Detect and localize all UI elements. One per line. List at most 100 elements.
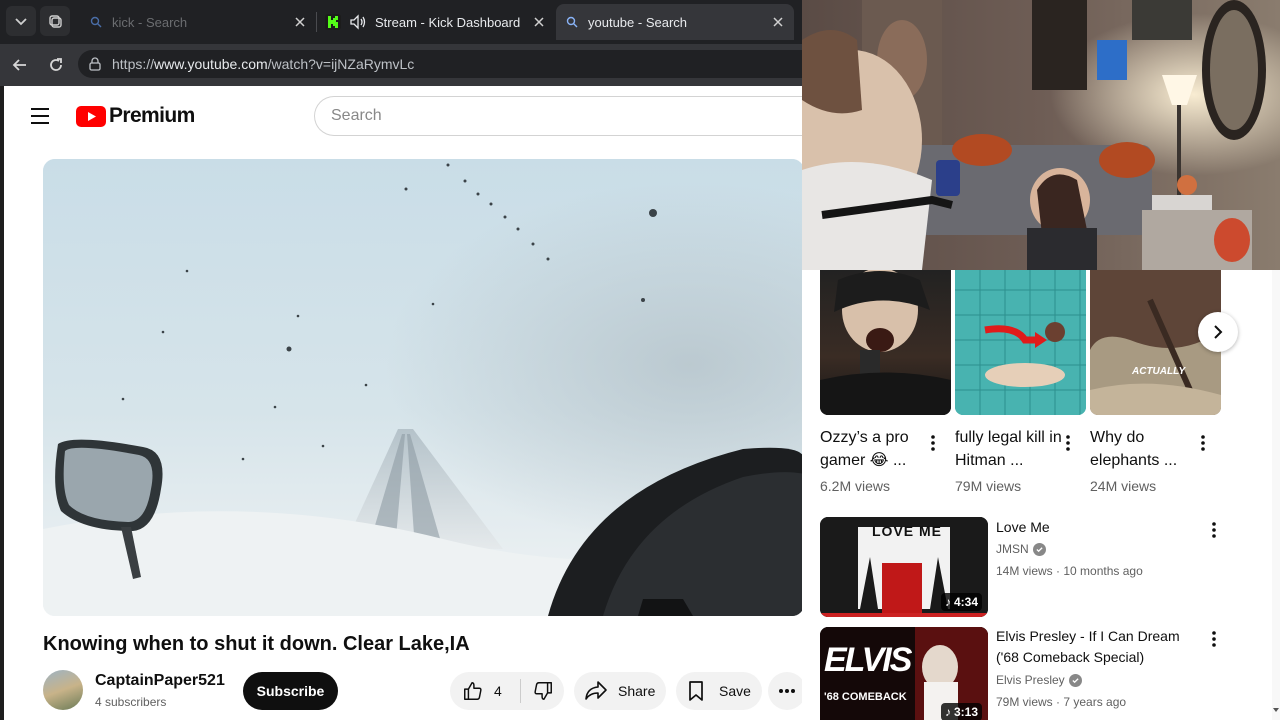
more-vertical-icon [1212,631,1216,647]
bookmark-icon [689,681,703,701]
tab-kick-search[interactable]: kick - Search [80,4,316,40]
youtube-premium-logo[interactable]: Premium [76,104,195,128]
duration-text: 3:13 [953,705,978,719]
thumb-subtitle-text: '68 COMEBACK [824,691,907,703]
search-placeholder: Search [331,107,382,124]
url-path: /watch?v=ijNZaRymvLc [267,56,415,72]
kick-logo-icon [325,14,341,30]
tab-youtube-search[interactable]: youtube - Search [556,4,794,40]
browser-tab-bar: kick - Search Stream - Kick Dashboard yo… [0,0,802,44]
arrow-left-icon [12,59,26,71]
share-label: Share [618,683,656,699]
hamburger-menu-button[interactable] [26,104,54,128]
video-menu-button[interactable] [1206,519,1222,541]
like-dislike-group: 4 [450,672,564,710]
search-icon [564,14,580,30]
search-icon [88,14,104,30]
search-input[interactable]: Search [314,96,802,136]
chevron-down-icon [15,18,27,26]
short-title[interactable]: Ozzy’s a pro gamer 😂 ... [820,426,928,472]
short-views: 6.2M views [820,478,891,494]
short-menu-button[interactable] [1060,432,1076,454]
music-note-icon: ♪ [944,595,951,609]
thumbs-up-icon [464,682,482,700]
tab-kick-dashboard[interactable]: Stream - Kick Dashboard [317,4,555,40]
subscribe-button[interactable]: Subscribe [243,672,338,710]
channel-name: JMSN [996,542,1029,556]
more-vertical-icon [1212,522,1216,538]
tab-title: youtube - Search [588,14,688,30]
share-button[interactable]: Share [574,672,666,710]
video-thumbnail[interactable]: LOVE ME ♪ 4:34 [820,517,988,617]
save-button[interactable]: Save [676,672,762,710]
chevron-right-icon [1214,325,1223,339]
short-menu-button[interactable] [1195,432,1211,454]
like-button[interactable]: 4 [450,672,520,710]
short-thumbnail[interactable] [955,270,1086,415]
like-count: 4 [494,683,502,699]
channel-name: Elvis Presley [996,673,1065,687]
scroll-down-arrow-icon[interactable] [1272,706,1280,714]
short-views: 24M views [1090,478,1157,494]
reload-icon [50,58,62,71]
video-channel[interactable]: JMSN [996,542,1046,556]
webcam-feed-living-room [802,0,1280,270]
workspaces-icon [49,15,62,28]
video-channel[interactable]: Elvis Presley [996,673,1082,687]
site-info-icon[interactable] [88,57,102,71]
audio-playing-icon[interactable] [349,14,367,30]
video-meta: 14M views · 10 months ago [996,564,1143,578]
video-title: Knowing when to shut it down. Clear Lake… [43,633,470,655]
shorts-next-button[interactable] [1198,312,1238,352]
page-scrollbar[interactable] [1272,270,1280,720]
logo-text: Premium [109,104,195,127]
short-title[interactable]: fully legal kill in Hitman ... [955,426,1063,472]
url-prefix: https:// [112,56,155,72]
more-actions-button[interactable] [768,672,802,710]
close-tab-icon[interactable] [292,14,308,30]
close-tab-icon[interactable] [770,14,786,30]
video-player[interactable] [43,159,802,616]
url-host: www.youtube.com [154,56,268,72]
music-note-icon: ♪ [944,705,951,719]
workspaces-button[interactable] [40,6,70,36]
url-field[interactable]: https://www.youtube.com/watch?v=ijNZaRym… [78,50,802,78]
save-label: Save [719,683,751,699]
channel-name-link[interactable]: CaptainPaper521 [95,672,225,690]
duration-badge: ♪ 3:13 [940,703,982,720]
video-frame-snowy-road [43,159,802,616]
thumbs-down-icon [533,682,552,700]
channel-avatar[interactable] [43,670,83,710]
tab-title: Stream - Kick Dashboard [375,14,521,30]
short-title[interactable]: Why do elephants ... [1090,426,1198,472]
video-title-link[interactable]: Elvis Presley - If I Can Dream ('68 Come… [996,626,1206,668]
short-thumbnail-image [955,270,1086,415]
short-menu-button[interactable] [925,432,941,454]
sidebar-recommendations: ACTUALLY Ozzy’s a pro gamer 😂 ... 6.2M v… [802,270,1272,720]
verified-icon [1032,542,1046,556]
youtube-page: Premium Search Knowing when to shut it d… [4,86,802,720]
address-bar-row: https://www.youtube.com/watch?v=ijNZaRym… [0,44,802,86]
video-thumbnail[interactable]: ELVIS '68 COMEBACK ♪ 3:13 [820,627,988,720]
tab-list-dropdown-button[interactable] [6,6,36,36]
tab-title: kick - Search [112,14,188,30]
short-thumb-caption: ACTUALLY [1132,366,1186,377]
video-title-link[interactable]: Love Me [996,517,1206,538]
share-arrow-icon [585,681,607,700]
verified-icon [1068,673,1082,687]
webcam-overlay [802,0,1280,270]
back-button[interactable] [7,52,33,78]
dislike-button[interactable] [521,672,564,710]
short-thumbnail-image [820,270,951,415]
video-menu-button[interactable] [1206,628,1222,650]
more-vertical-icon [1066,435,1070,451]
reload-button[interactable] [43,52,69,78]
video-meta: 79M views · 7 years ago [996,695,1127,709]
duration-badge: ♪ 4:34 [940,593,982,611]
close-tab-icon[interactable] [531,14,547,30]
youtube-play-icon [76,105,106,127]
thumb-title-text: ELVIS [824,641,912,679]
short-thumbnail[interactable] [820,270,951,415]
more-vertical-icon [1201,435,1205,451]
subscriber-count: 4 subscribers [95,695,167,709]
